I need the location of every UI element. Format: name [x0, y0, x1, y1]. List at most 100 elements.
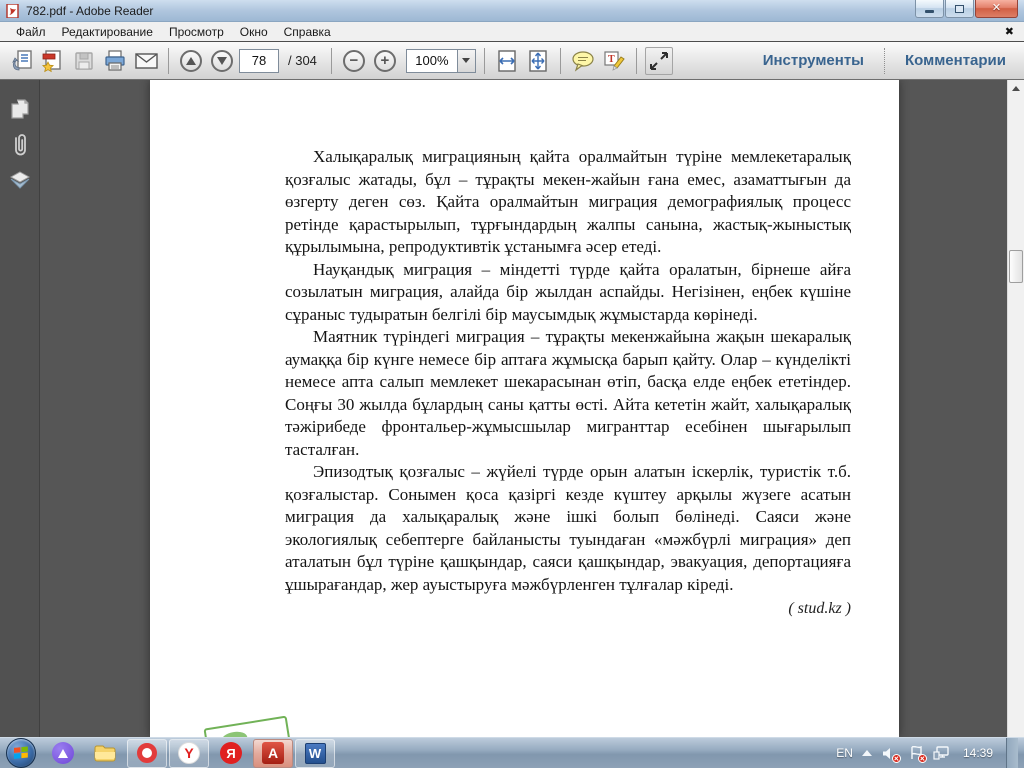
add-comment-button[interactable]	[569, 47, 597, 75]
taskbar-item-yandex-browser[interactable]: Y	[169, 738, 209, 768]
taskbar-item-alice[interactable]	[43, 739, 83, 768]
taskbar-item-word[interactable]: W	[295, 738, 335, 768]
adobe-reader-icon: A	[262, 742, 284, 764]
create-pdf-icon	[41, 49, 61, 72]
restore-button[interactable]	[945, 0, 974, 18]
next-page-button[interactable]	[208, 47, 236, 75]
previous-page-icon	[186, 56, 196, 65]
close-button[interactable]: ✕	[975, 0, 1018, 18]
network-icon[interactable]	[933, 745, 950, 761]
show-desktop-button[interactable]	[1006, 737, 1018, 768]
vertical-scrollbar[interactable]	[1007, 80, 1024, 737]
word-icon: W	[304, 742, 326, 764]
paragraph: Науқандық миграция – міндетті түрде қайт…	[285, 259, 851, 324]
save-icon	[75, 51, 93, 70]
paragraph: Эпизодтық қозғалыс – жүйелі түрде орын а…	[285, 462, 851, 594]
alert-badge	[917, 754, 927, 763]
minimize-button[interactable]	[915, 0, 944, 18]
zoom-out-icon: −	[349, 51, 359, 69]
taskbar-item-adobe-reader[interactable]: A	[253, 738, 293, 768]
open-file-button[interactable]	[8, 47, 36, 75]
toolbar-right-panel: Инструменты Комментарии	[753, 47, 1016, 74]
toolbar-separator	[483, 47, 485, 74]
window-title: 782.pdf - Adobe Reader	[26, 3, 154, 18]
windows-logo-icon	[14, 746, 28, 759]
highlight-text-button[interactable]: T	[600, 47, 628, 75]
toolbar-separator	[883, 47, 885, 74]
adobe-reader-app-icon	[6, 3, 21, 18]
minimize-icon	[925, 9, 934, 13]
fullscreen-icon	[649, 51, 668, 70]
zoom-out-button[interactable]: −	[340, 47, 368, 75]
chevron-down-icon	[462, 58, 471, 63]
save-button[interactable]	[70, 47, 98, 75]
scroll-up-button[interactable]	[1008, 80, 1024, 96]
taskbar-item-opera[interactable]	[127, 738, 167, 768]
opera-icon	[137, 743, 157, 763]
pdf-page: Халықаралық миграцияның қайта оралмайтын…	[150, 80, 899, 737]
next-page-icon	[217, 56, 227, 65]
document-view: Халықаралық миграцияның қайта оралмайтын…	[40, 80, 1007, 737]
start-button[interactable]	[6, 738, 36, 768]
menu-file[interactable]: Файл	[8, 23, 54, 41]
attachments-button[interactable]	[7, 132, 33, 158]
previous-page-button[interactable]	[177, 47, 205, 75]
system-tray: EN 14:39	[836, 737, 1022, 768]
fit-page-button[interactable]	[524, 47, 552, 75]
source-attribution: ( stud.kz )	[788, 600, 851, 617]
fullscreen-button[interactable]	[644, 46, 673, 75]
comment-bubble-icon	[572, 50, 594, 72]
scrollbar-thumb[interactable]	[1009, 250, 1023, 283]
paperclip-icon	[14, 134, 26, 156]
desktop: 782.pdf - Adobe Reader ✕ Файл Редактиров…	[0, 0, 1024, 768]
comments-panel-button[interactable]: Комментарии	[895, 48, 1016, 73]
print-button[interactable]	[101, 47, 129, 75]
close-document-icon[interactable]: ✖	[1005, 25, 1014, 38]
highlight-text-icon: T	[604, 50, 625, 71]
open-file-icon	[12, 49, 32, 70]
create-pdf-button[interactable]	[39, 47, 67, 75]
zoom-in-button[interactable]: +	[371, 47, 399, 75]
print-icon	[105, 49, 125, 71]
action-center-icon[interactable]	[907, 745, 927, 763]
toolbar: / 304 − + 100%	[0, 42, 1024, 80]
menu-view[interactable]: Просмотр	[161, 23, 232, 41]
menu-help[interactable]: Справка	[276, 23, 339, 41]
page-number-input[interactable]	[239, 48, 279, 73]
alice-icon	[52, 742, 74, 764]
navigation-rail	[0, 80, 40, 737]
paragraph: Маятник түріндегі миграция – тұрақты мек…	[285, 327, 851, 459]
volume-muted-icon[interactable]	[881, 745, 901, 763]
yandex-browser-icon: Y	[178, 742, 200, 764]
email-icon	[134, 52, 158, 69]
page-illustration	[203, 715, 291, 737]
tools-panel-button[interactable]: Инструменты	[753, 48, 874, 73]
taskbar-item-explorer[interactable]	[85, 739, 125, 768]
illustration-detail	[220, 730, 249, 737]
toolbar-separator	[168, 47, 169, 74]
layers-button[interactable]	[7, 168, 33, 194]
toolbar-separator	[559, 47, 561, 74]
show-hidden-icons-button[interactable]	[861, 750, 872, 756]
folder-icon	[94, 745, 116, 762]
svg-text:T: T	[608, 54, 615, 65]
page-thumbnails-button[interactable]	[7, 96, 33, 122]
toolbar-separator	[635, 47, 637, 74]
menu-edit[interactable]: Редактирование	[54, 23, 161, 41]
title-bar: 782.pdf - Adobe Reader ✕	[0, 0, 1024, 22]
email-button[interactable]	[132, 47, 160, 75]
language-indicator[interactable]: EN	[836, 746, 853, 760]
page-thumbnails-icon	[10, 99, 29, 119]
zoom-level-select[interactable]: 100%	[405, 48, 476, 73]
menu-window[interactable]: Окно	[232, 23, 276, 41]
page-total-label: / 304	[288, 53, 317, 68]
taskbar-item-yandex[interactable]: Я	[211, 739, 251, 768]
zoom-in-icon: +	[380, 51, 390, 69]
mute-badge	[891, 754, 901, 763]
toolbar-separator	[330, 47, 332, 74]
document-workspace: Халықаралық миграцияның қайта оралмайтын…	[0, 80, 1024, 737]
window-controls: ✕	[914, 0, 1018, 18]
clock[interactable]: 14:39	[963, 746, 993, 760]
zoom-dropdown-button[interactable]	[457, 48, 476, 73]
fit-width-button[interactable]	[493, 47, 521, 75]
